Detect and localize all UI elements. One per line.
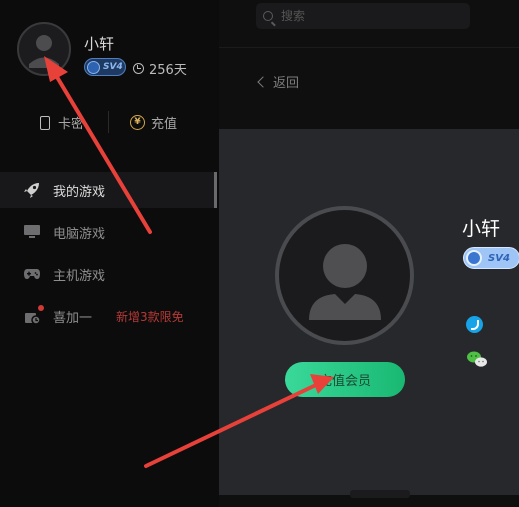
rocket-icon: [23, 182, 41, 198]
search-input[interactable]: [279, 8, 463, 24]
recharge-vip-button[interactable]: 充值会员: [285, 362, 405, 397]
profile-level-label: SV4: [488, 252, 510, 264]
back-button[interactable]: 返回: [257, 72, 299, 91]
promo-text: 新增3款限免: [116, 309, 184, 324]
sidebar-item-label: 喜加一: [53, 310, 93, 326]
active-indicator: [214, 172, 217, 208]
sidebar-item-label: 主机游戏: [53, 268, 106, 284]
username: 小轩: [84, 35, 115, 53]
sidebar-item-label: 电脑游戏: [53, 226, 106, 242]
bottom-stats: [350, 490, 410, 498]
badge-icon: [466, 250, 482, 266]
sidebar-item-label: 我的游戏: [53, 184, 106, 200]
gamepad-icon: [23, 266, 41, 282]
search-box[interactable]: [256, 3, 470, 29]
level-badge: SV4: [84, 58, 126, 76]
default-user-icon: [309, 244, 381, 320]
sidebar-item-console-games[interactable]: 主机游戏: [0, 256, 216, 292]
divider: [108, 111, 109, 133]
profile-avatar[interactable]: [275, 206, 414, 345]
header-divider: [219, 47, 519, 48]
card-key-label: 卡密: [58, 117, 85, 132]
level-badge-label: SV4: [103, 62, 123, 72]
sidebar-item-pc-games[interactable]: 电脑游戏: [0, 214, 216, 250]
card-icon: [40, 115, 50, 130]
wechat-icon[interactable]: [466, 350, 488, 368]
sidebar-item-my-games[interactable]: 我的游戏: [0, 172, 216, 208]
recharge-button[interactable]: ¥ 充值: [130, 113, 177, 132]
search-icon: [263, 11, 273, 21]
qq-icon[interactable]: [466, 316, 483, 333]
card-key-button[interactable]: 卡密: [40, 113, 84, 132]
default-user-icon: [29, 35, 59, 68]
monitor-icon: [23, 224, 41, 240]
profile-level-badge: SV4: [463, 247, 519, 269]
back-label: 返回: [273, 76, 300, 91]
membership-days: 256天: [133, 59, 187, 78]
badge-icon: [87, 60, 100, 74]
sidebar-item-free-games[interactable]: 喜加一 新增3款限免: [0, 298, 216, 334]
avatar[interactable]: [17, 22, 71, 76]
profile-username: 小轩: [462, 218, 501, 240]
notification-dot: [38, 305, 44, 311]
days-value: 256天: [149, 63, 187, 78]
recharge-label: 充值: [151, 117, 178, 132]
clock-icon: [133, 63, 144, 74]
chevron-left-icon: [257, 75, 269, 88]
coin-icon: ¥: [130, 115, 145, 130]
